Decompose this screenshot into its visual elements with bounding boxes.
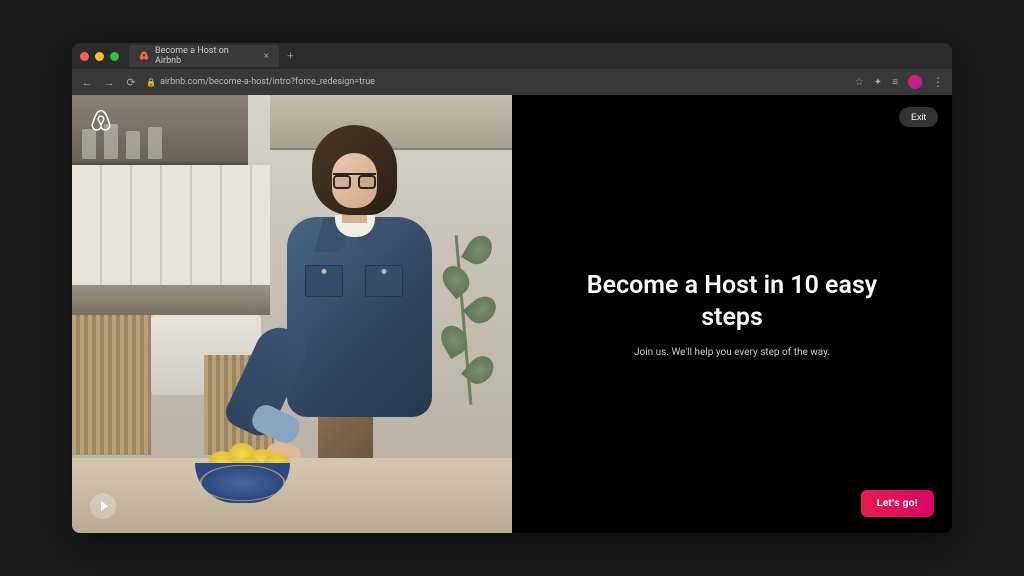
play-icon (101, 501, 108, 511)
airbnb-logo[interactable] (90, 109, 112, 137)
tab-bar: Become a Host on Airbnb × + (72, 43, 952, 69)
window-controls (80, 52, 119, 61)
browser-tab[interactable]: Become a Host on Airbnb × (129, 45, 279, 67)
url-text: airbnb.com/become-a-host/intro?force_red… (160, 77, 375, 87)
browser-window: Become a Host on Airbnb × + ← → ⟳ 🔒 airb… (72, 43, 952, 533)
tab-title: Become a Host on Airbnb (155, 46, 254, 66)
extensions-icon[interactable]: ✦ (874, 77, 882, 88)
url-input[interactable]: 🔒 airbnb.com/become-a-host/intro?force_r… (146, 77, 847, 87)
hero-video-panel (72, 95, 512, 533)
minimize-window-button[interactable] (95, 52, 104, 61)
reading-list-icon[interactable]: ≡ (892, 77, 898, 88)
page-content: Exit Become a Host in 10 easy steps Join… (72, 95, 952, 533)
airbnb-favicon (139, 51, 149, 61)
address-bar: ← → ⟳ 🔒 airbnb.com/become-a-host/intro?f… (72, 69, 952, 95)
profile-avatar[interactable] (908, 75, 922, 89)
exit-button[interactable]: Exit (899, 107, 938, 127)
play-button[interactable] (90, 493, 116, 519)
lock-icon: 🔒 (146, 78, 156, 87)
forward-button[interactable]: → (102, 76, 116, 89)
star-icon[interactable]: ☆ (855, 77, 864, 88)
page-heading: Become a Host in 10 easy steps (582, 270, 882, 333)
hero-image (72, 95, 512, 533)
reload-button[interactable]: ⟳ (124, 76, 138, 89)
page-subheading: Join us. We'll help you every step of th… (634, 347, 830, 358)
maximize-window-button[interactable] (110, 52, 119, 61)
new-tab-button[interactable]: + (287, 49, 294, 63)
toolbar-right: ☆ ✦ ≡ ⋮ (855, 75, 944, 89)
lets-go-button[interactable]: Let's go! (861, 490, 934, 517)
close-window-button[interactable] (80, 52, 89, 61)
close-tab-icon[interactable]: × (264, 51, 269, 62)
intro-panel: Exit Become a Host in 10 easy steps Join… (512, 95, 952, 533)
menu-icon[interactable]: ⋮ (932, 75, 944, 89)
back-button[interactable]: ← (80, 76, 94, 89)
